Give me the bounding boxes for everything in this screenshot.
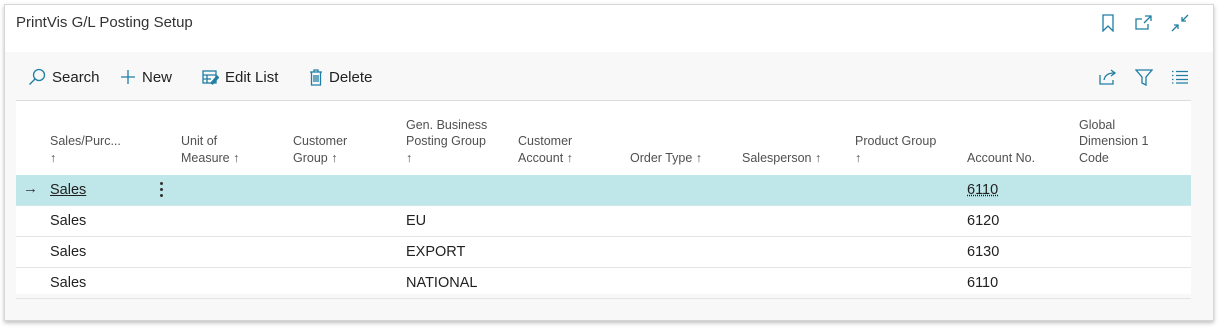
cell-account-no: 6130 <box>967 244 1000 260</box>
column-header-salesperson[interactable]: Salesperson ↑ <box>742 150 821 167</box>
cell-sales-purch: Sales <box>50 275 87 291</box>
edit-list-button[interactable]: Edit List <box>202 66 278 88</box>
delete-button[interactable]: Delete <box>309 66 372 88</box>
search-label: Search <box>52 68 100 86</box>
new-label: New <box>142 68 173 86</box>
bookmark-icon[interactable] <box>1097 12 1119 34</box>
plus-icon <box>121 70 135 84</box>
cell-account-no[interactable]: 6110 <box>967 182 998 198</box>
open-new-window-icon[interactable] <box>1133 12 1155 34</box>
share-icon[interactable] <box>1097 66 1119 88</box>
page-window: PrintVis G/L Posting Setup Search New Ed… <box>4 4 1214 321</box>
row-menu-icon[interactable] <box>156 178 166 200</box>
list-panel: Search New Edit List Delete Sales/Purc..… <box>16 52 1191 299</box>
column-header-customer-account[interactable]: Customer Account ↑ <box>518 133 573 166</box>
delete-label: Delete <box>329 68 373 86</box>
column-header-sales-purch[interactable]: Sales/Purc... ↑ <box>50 133 121 166</box>
edit-list-icon <box>202 70 219 85</box>
cell-sales-purch: Sales <box>50 213 87 229</box>
window-actions <box>1097 12 1191 34</box>
table-row[interactable]: Sales EXPORT 6130 <box>16 237 1191 268</box>
trash-icon <box>310 68 322 86</box>
filter-icon[interactable] <box>1133 66 1155 88</box>
list-tools <box>1097 66 1191 88</box>
table-row[interactable]: → Sales 6110 <box>16 175 1191 206</box>
current-row-arrow-icon: → <box>23 180 38 197</box>
edit-list-label: Edit List <box>225 68 279 86</box>
cell-account-no: 6120 <box>967 213 1000 229</box>
table-row[interactable]: Sales EU 6120 <box>16 206 1191 237</box>
column-header-product-group[interactable]: Product Group ↑ <box>855 133 936 166</box>
search-button[interactable]: Search <box>28 66 100 88</box>
cell-gen-business-posting-group: NATIONAL <box>406 275 478 291</box>
table-row[interactable]: Sales NATIONAL 6110 <box>16 268 1191 299</box>
content-area: Search New Edit List Delete Sales/Purc..… <box>5 52 1213 320</box>
column-header-gen-business-posting-group[interactable]: Gen. Business Posting Group ↑ <box>406 117 487 167</box>
collapse-icon[interactable] <box>1169 12 1191 34</box>
action-bar: Search New Edit List Delete <box>16 52 1191 101</box>
column-header-account-no[interactable]: Account No. <box>967 150 1035 167</box>
page-title: PrintVis G/L Posting Setup <box>16 14 193 31</box>
cell-sales-purch[interactable]: Sales <box>50 182 86 198</box>
search-icon <box>29 68 46 85</box>
column-header-customer-group[interactable]: Customer Group ↑ <box>293 133 347 166</box>
grid-header: Sales/Purc... ↑ Unit of Measure ↑ Customer… <box>16 101 1191 175</box>
cell-gen-business-posting-group: EU <box>406 213 427 229</box>
cell-account-no: 6110 <box>967 275 999 291</box>
new-button[interactable]: New <box>120 66 172 88</box>
list-view-icon[interactable] <box>1169 66 1191 88</box>
cell-gen-business-posting-group: EXPORT <box>406 244 466 260</box>
column-header-global-dimension-1-code[interactable]: Global Dimension 1 Code <box>1079 117 1148 167</box>
column-header-unit-of-measure[interactable]: Unit of Measure ↑ <box>181 133 239 166</box>
column-header-order-type[interactable]: Order Type ↑ <box>630 150 702 167</box>
cell-sales-purch: Sales <box>50 244 87 260</box>
data-grid: Sales/Purc... ↑ Unit of Measure ↑ Customer… <box>16 101 1191 299</box>
